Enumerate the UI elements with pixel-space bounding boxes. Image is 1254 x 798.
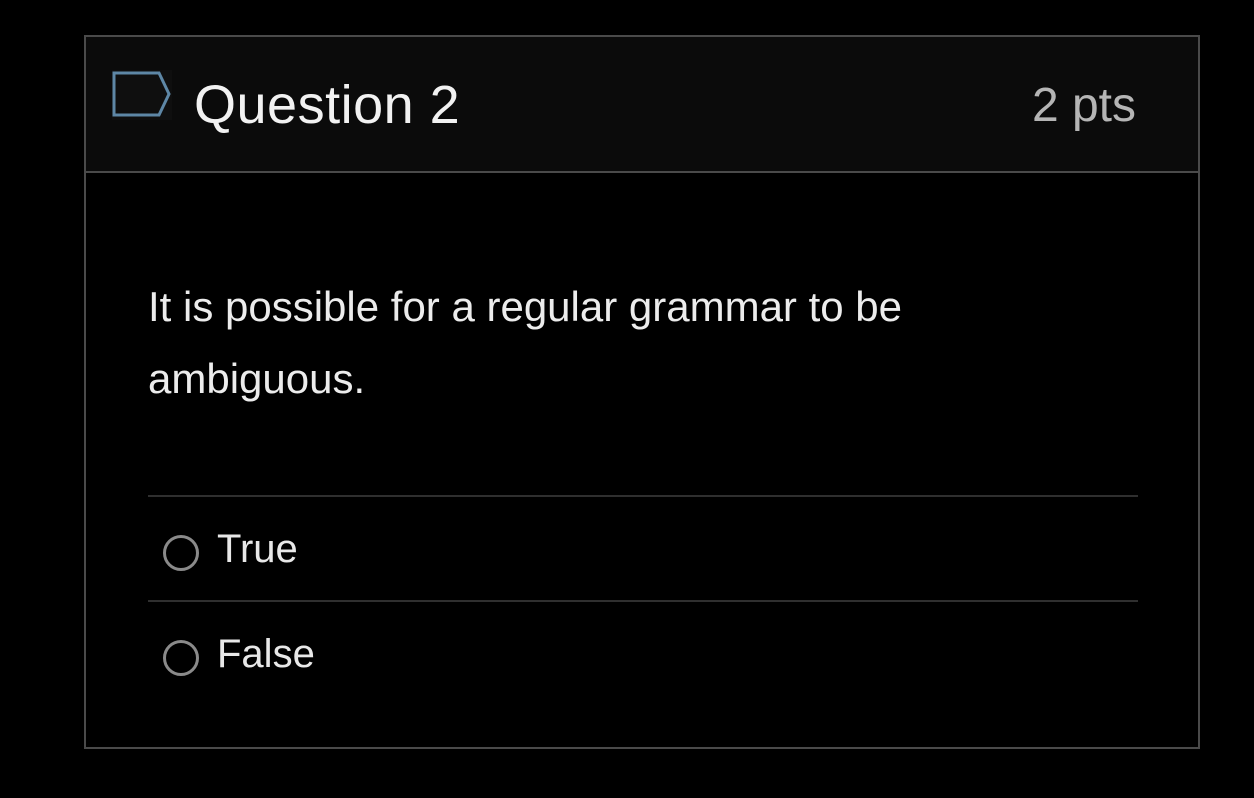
radio-button-icon[interactable]: [163, 534, 199, 571]
question-header: Question 2 2 pts: [86, 37, 1198, 173]
answer-label-true: True: [217, 526, 298, 571]
question-points: 2 pts: [1031, 79, 1136, 132]
radio-button-icon[interactable]: [163, 639, 199, 676]
question-card: Question 2 2 pts It is possible for a re…: [84, 35, 1200, 749]
question-title: Question 2: [194, 75, 461, 135]
answer-label-false: False: [217, 631, 315, 676]
flag-question-icon[interactable]: [111, 70, 173, 120]
question-body: It is possible for a regular grammar to …: [86, 173, 1198, 705]
answer-option-false[interactable]: False: [148, 602, 1138, 705]
answer-option-true[interactable]: True: [148, 497, 1138, 602]
question-text: It is possible for a regular grammar to …: [148, 283, 902, 402]
answer-list: True False: [148, 495, 1138, 705]
